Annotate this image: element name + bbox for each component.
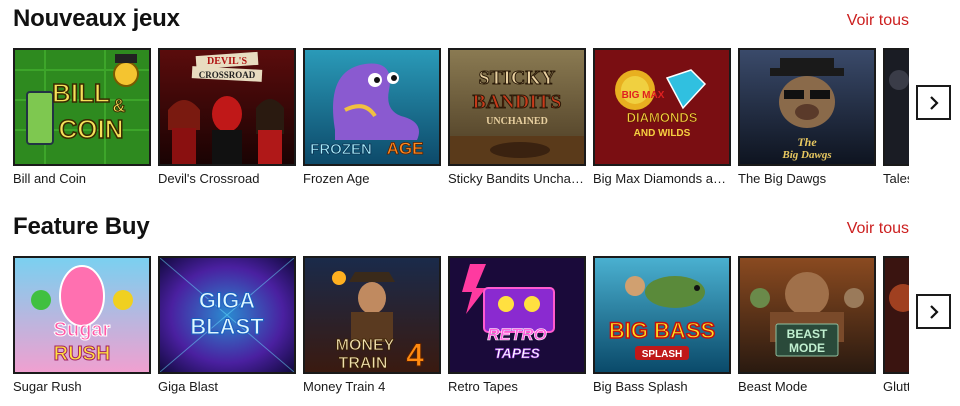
svg-text:SPLASH: SPLASH bbox=[642, 349, 683, 360]
game-thumbnail[interactable]: MONEY TRAIN 4 bbox=[303, 256, 441, 374]
game-title: Devil's Crossroad bbox=[158, 171, 260, 186]
section-title: Nouveaux jeux bbox=[13, 5, 180, 32]
game-thumbnail[interactable]: BEAST MODE bbox=[738, 256, 876, 374]
game-art: BIG BASS SPLASH bbox=[595, 258, 729, 372]
carousel-next-button[interactable] bbox=[916, 85, 951, 120]
game-art: RETRO TAPES bbox=[450, 258, 584, 372]
svg-text:UNCHAINED: UNCHAINED bbox=[486, 116, 548, 127]
view-all-link[interactable]: Voir tous bbox=[847, 220, 909, 238]
game-art: FROZEN AGE bbox=[305, 50, 439, 164]
game-tile[interactable]: GIGA BLAST Giga Blast bbox=[158, 256, 296, 394]
game-title: Giga Blast bbox=[158, 379, 218, 394]
game-thumbnail[interactable]: GIGA BLAST bbox=[158, 256, 296, 374]
game-art: The Big Dawgs bbox=[740, 50, 874, 164]
svg-text:MONEY: MONEY bbox=[336, 337, 395, 354]
game-art: Sugar RUSH bbox=[15, 258, 149, 372]
game-tile[interactable]: RETRO TAPES Retro Tapes bbox=[448, 256, 586, 394]
svg-text:STICKY: STICKY bbox=[479, 67, 556, 89]
svg-text:MODE: MODE bbox=[789, 341, 825, 355]
svg-text:4: 4 bbox=[406, 337, 424, 372]
game-title: The Big Dawgs bbox=[738, 171, 827, 186]
svg-text:DEVIL'S: DEVIL'S bbox=[207, 56, 247, 67]
game-title: Gluttony bbox=[883, 379, 909, 394]
game-title: Frozen Age bbox=[303, 171, 370, 186]
game-thumbnail[interactable] bbox=[883, 48, 909, 166]
svg-text:RUSH: RUSH bbox=[54, 343, 111, 365]
section-title: Feature Buy bbox=[13, 213, 150, 240]
svg-text:The: The bbox=[797, 135, 817, 149]
game-tile[interactable]: BILL & COIN Bill and Coin bbox=[13, 48, 151, 186]
svg-text:RETRO: RETRO bbox=[487, 325, 547, 344]
svg-text:TAPES: TAPES bbox=[494, 345, 540, 361]
svg-text:AND WILDS: AND WILDS bbox=[634, 128, 691, 139]
game-thumbnail[interactable]: BIG BASS SPLASH bbox=[593, 256, 731, 374]
game-art: DEVIL'S CROSSROAD bbox=[160, 50, 294, 164]
game-thumbnail[interactable] bbox=[883, 256, 909, 374]
game-title: Big Bass Splash bbox=[593, 379, 688, 394]
game-tile[interactable]: STICKY BANDITS UNCHAINED Sticky Bandits … bbox=[448, 48, 586, 186]
chevron-right-icon bbox=[929, 95, 939, 110]
game-art: GIGA BLAST bbox=[160, 258, 294, 372]
game-thumbnail[interactable]: BIG MAX DIAMONDS AND WILDS bbox=[593, 48, 731, 166]
chevron-right-icon bbox=[929, 304, 939, 319]
svg-text:Big Dawgs: Big Dawgs bbox=[781, 149, 831, 161]
svg-text:BILL: BILL bbox=[52, 78, 110, 108]
game-thumbnail[interactable]: The Big Dawgs bbox=[738, 48, 876, 166]
game-thumbnail[interactable]: RETRO TAPES bbox=[448, 256, 586, 374]
games-carousel: BILL & COIN Bill and Coin DEVIL'S CROSSR… bbox=[13, 48, 909, 198]
game-title: Tales bbox=[883, 171, 909, 186]
game-tile[interactable]: Tales bbox=[883, 48, 909, 186]
game-title: Sticky Bandits Unchained bbox=[448, 171, 586, 186]
svg-text:BLAST: BLAST bbox=[190, 314, 264, 339]
svg-text:TRAIN: TRAIN bbox=[339, 355, 388, 372]
svg-text:AGE: AGE bbox=[387, 139, 424, 158]
game-tile[interactable]: BIG MAX DIAMONDS AND WILDS Big Max Diamo… bbox=[593, 48, 731, 186]
carousel-next-button[interactable] bbox=[916, 294, 951, 329]
game-tile[interactable]: BIG BASS SPLASH Big Bass Splash bbox=[593, 256, 731, 394]
game-thumbnail[interactable]: FROZEN AGE bbox=[303, 48, 441, 166]
game-title: Bill and Coin bbox=[13, 171, 86, 186]
game-tile[interactable]: Gluttony bbox=[883, 256, 909, 394]
svg-text:BIG MAX: BIG MAX bbox=[622, 90, 665, 101]
game-tile[interactable]: BEAST MODE Beast Mode bbox=[738, 256, 876, 394]
game-art: BILL & COIN bbox=[15, 50, 149, 164]
game-art bbox=[885, 50, 909, 164]
game-art: BIG MAX DIAMONDS AND WILDS bbox=[595, 50, 729, 164]
game-tile[interactable]: FROZEN AGE Frozen Age bbox=[303, 48, 441, 186]
svg-text:FROZEN: FROZEN bbox=[310, 141, 372, 158]
game-thumbnail[interactable]: Sugar RUSH bbox=[13, 256, 151, 374]
svg-text:DIAMONDS: DIAMONDS bbox=[627, 110, 698, 125]
game-title: Beast Mode bbox=[738, 379, 808, 394]
game-thumbnail[interactable]: BILL & COIN bbox=[13, 48, 151, 166]
svg-text:COIN: COIN bbox=[59, 114, 124, 144]
game-tile[interactable]: Sugar RUSH Sugar Rush bbox=[13, 256, 151, 394]
view-all-link[interactable]: Voir tous bbox=[847, 12, 909, 30]
game-tile[interactable]: MONEY TRAIN 4 Money Train 4 bbox=[303, 256, 441, 394]
svg-text:Sugar: Sugar bbox=[54, 319, 111, 341]
svg-text:CROSSROAD: CROSSROAD bbox=[199, 70, 256, 80]
game-art: BEAST MODE bbox=[740, 258, 874, 372]
game-thumbnail[interactable]: DEVIL'S CROSSROAD bbox=[158, 48, 296, 166]
game-title: Money Train 4 bbox=[303, 379, 386, 394]
game-art: STICKY BANDITS UNCHAINED bbox=[450, 50, 584, 164]
svg-text:BEAST: BEAST bbox=[787, 327, 828, 341]
svg-text:BANDITS: BANDITS bbox=[473, 91, 562, 113]
games-carousel: Sugar RUSH Sugar Rush GIGA BLAST Giga Bl… bbox=[13, 256, 909, 406]
svg-text:BIG BASS: BIG BASS bbox=[609, 318, 715, 343]
game-title: Big Max Diamonds and Wilds bbox=[593, 171, 731, 186]
game-title: Retro Tapes bbox=[448, 379, 518, 394]
game-art: MONEY TRAIN 4 bbox=[305, 258, 439, 372]
game-tile[interactable]: The Big Dawgs The Big Dawgs bbox=[738, 48, 876, 186]
svg-text:GIGA: GIGA bbox=[199, 288, 255, 313]
game-title: Sugar Rush bbox=[13, 379, 82, 394]
svg-text:&: & bbox=[113, 96, 126, 116]
game-thumbnail[interactable]: STICKY BANDITS UNCHAINED bbox=[448, 48, 586, 166]
game-art bbox=[885, 258, 909, 372]
game-tile[interactable]: DEVIL'S CROSSROAD Devil's Crossroad bbox=[158, 48, 296, 186]
